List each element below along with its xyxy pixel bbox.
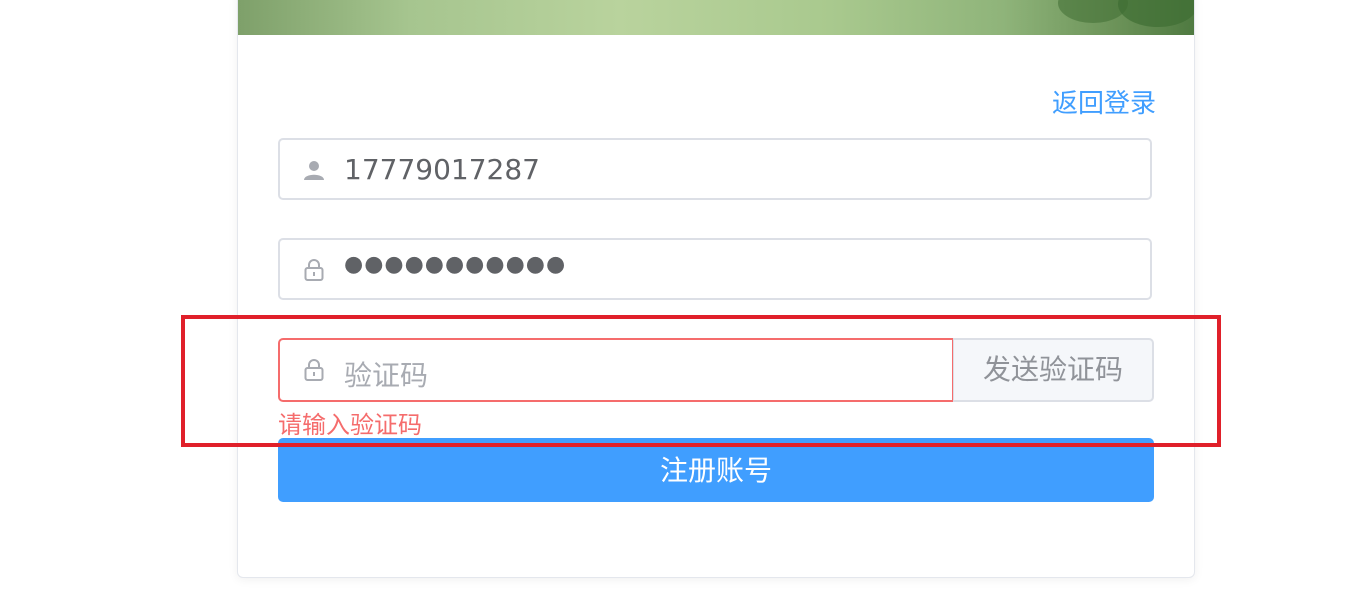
- user-icon: [302, 158, 326, 182]
- lock-icon: [302, 358, 326, 382]
- password-field[interactable]: ●●●●●●●●●●●: [278, 238, 1152, 300]
- send-code-button[interactable]: 发送验证码: [953, 338, 1154, 402]
- banner-foliage: [1118, 0, 1194, 27]
- password-value: ●●●●●●●●●●●: [344, 252, 567, 277]
- verification-code-row: 验证码 发送验证码: [278, 338, 1154, 402]
- register-button[interactable]: 注册账号: [278, 438, 1154, 502]
- phone-value: 17779017287: [344, 153, 540, 186]
- lock-icon: [302, 258, 326, 282]
- verification-code-placeholder: 验证码: [344, 359, 429, 392]
- back-to-login-link[interactable]: 返回登录: [1052, 83, 1156, 120]
- phone-field[interactable]: 17779017287: [278, 138, 1152, 200]
- code-error-message: 请输入验证码: [278, 411, 422, 439]
- verification-code-input[interactable]: 验证码: [278, 338, 954, 402]
- register-card: 返回登录 17779017287 ●●●●●●●●●●● 验证码 发送验证码 请…: [237, 0, 1195, 578]
- banner-image: [238, 0, 1194, 35]
